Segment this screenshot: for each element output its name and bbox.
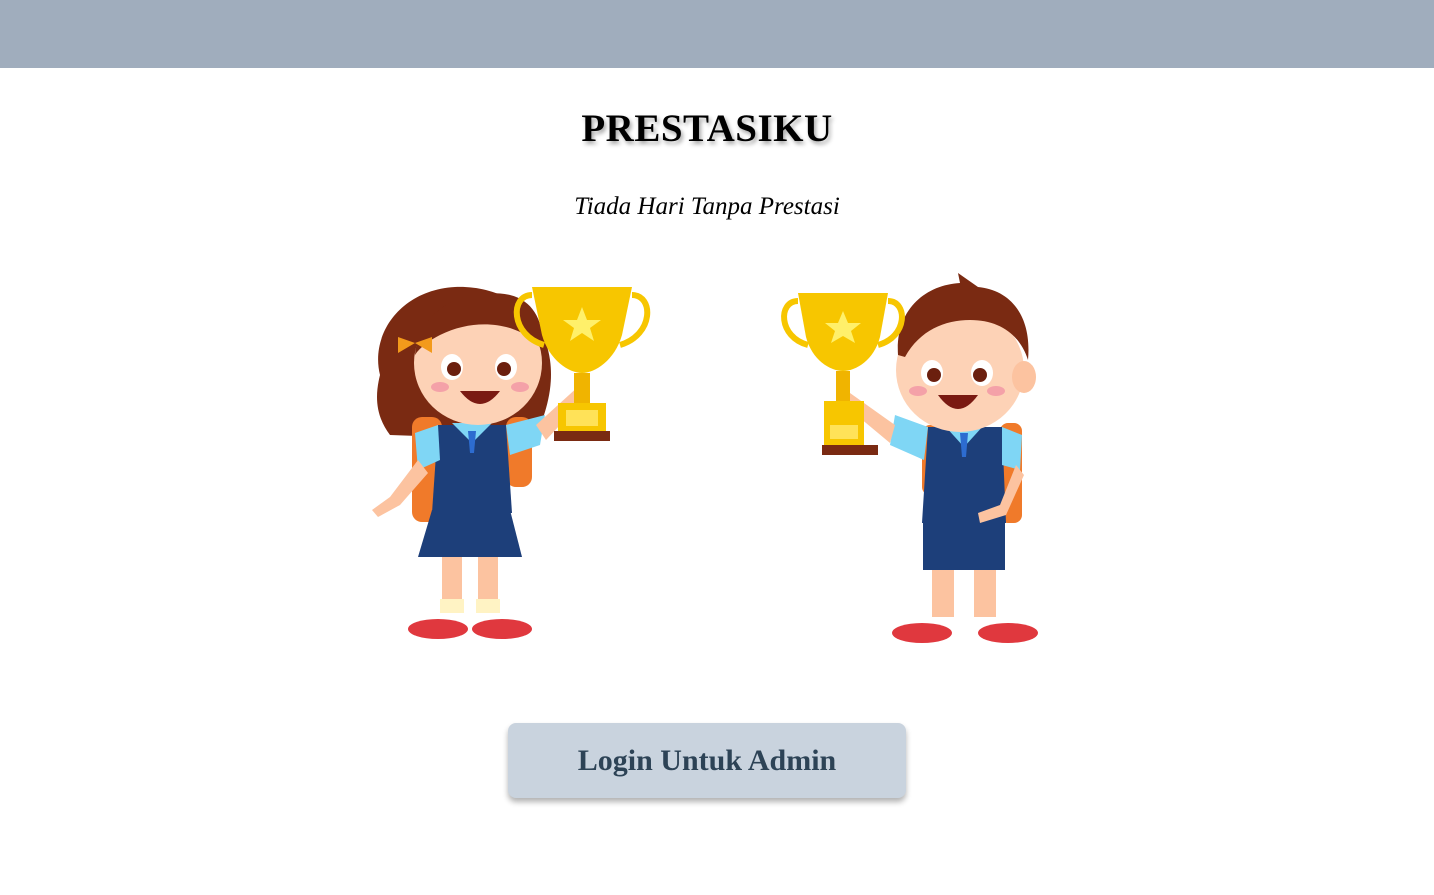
kids-with-trophies-illustration [372,273,1038,643]
page-title: PRESTASIKU [581,107,833,150]
login-admin-button[interactable]: Login Untuk Admin [508,723,906,798]
page-tagline: Tiada Hari Tanpa Prestasi [574,193,840,220]
top-header-bar [0,0,1434,68]
